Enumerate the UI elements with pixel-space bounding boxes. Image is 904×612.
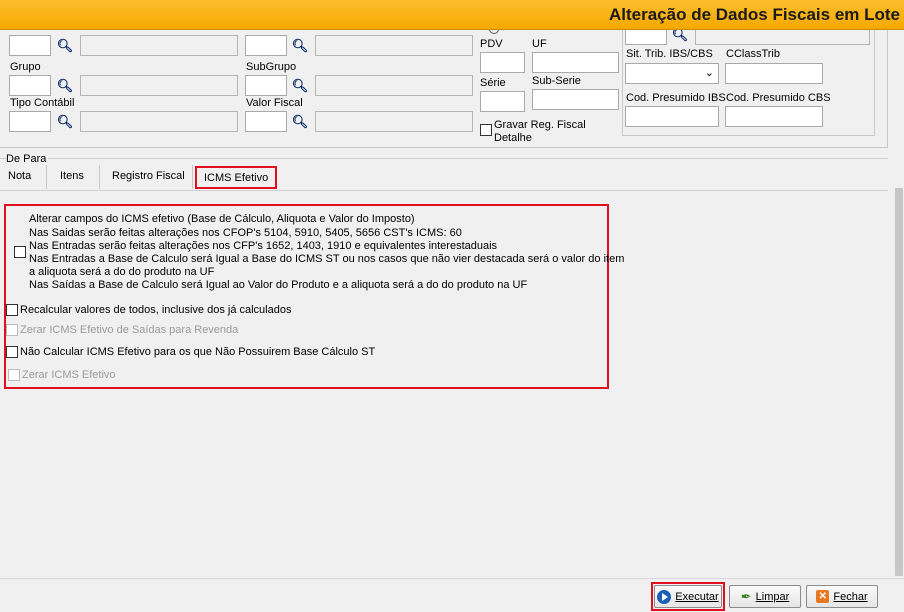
ncm-input[interactable] xyxy=(245,35,287,56)
subgrupo-description xyxy=(315,75,473,96)
zerar-label: Zerar ICMS Efetivo xyxy=(22,369,116,381)
tipo-contabil-label: Tipo Contábil xyxy=(10,97,75,109)
nao-calcular-label: Não Calcular ICMS Efetivo para os que Nã… xyxy=(20,346,376,358)
valor-fiscal-input[interactable] xyxy=(245,111,287,132)
window-title: Alteração de Dados Fiscais em Lote xyxy=(609,5,900,24)
tab-itens[interactable]: Itens xyxy=(60,170,84,182)
zerar-saidas-checkbox[interactable] xyxy=(6,324,18,336)
search-subgrupo-icon[interactable]: 🔍︎ xyxy=(290,77,310,95)
serie-label: Série xyxy=(480,77,506,89)
depara-label: De Para xyxy=(6,153,49,165)
gravar-label-2: Detalhe xyxy=(494,132,532,144)
limpar-button[interactable]: ✒ Limpar xyxy=(729,585,801,608)
alterar-line-1: Alterar campos do ICMS efetivo (Base de … xyxy=(29,213,415,225)
grupo-label: Grupo xyxy=(10,61,41,73)
modelo-input[interactable] xyxy=(9,35,51,56)
executar-button[interactable]: Executar xyxy=(654,585,722,608)
valor-fiscal-label: Valor Fiscal xyxy=(246,97,303,109)
limpar-label: Limpar xyxy=(755,590,790,603)
tab-nota[interactable]: Nota xyxy=(8,170,31,182)
grupo-description xyxy=(80,75,238,96)
subgrupo-label: SubGrupo xyxy=(246,61,297,73)
cclasstrib-label: CClassTrib xyxy=(726,48,780,60)
executar-label: Executar xyxy=(675,590,719,603)
cod-presumido-cbs-label: Cod. Presumido CBS xyxy=(726,92,831,104)
gravar-checkbox[interactable] xyxy=(480,124,492,136)
tab-separator xyxy=(99,165,100,189)
valor-fiscal-description xyxy=(315,111,473,132)
uf-label: UF xyxy=(532,38,547,50)
subserie-input[interactable] xyxy=(532,89,619,110)
tipo-contabil-input[interactable] xyxy=(9,111,51,132)
cod-presumido-ibs-label: Cod. Presumido IBS xyxy=(626,92,726,104)
title-bar: Alteração de Dados Fiscais em Lote xyxy=(0,0,904,30)
ncm-description xyxy=(315,35,473,56)
play-icon xyxy=(657,589,672,604)
subserie-label: Sub-Serie xyxy=(532,75,581,87)
pdv-label: PDV xyxy=(480,38,503,50)
search-grupo-icon[interactable]: 🔍︎ xyxy=(55,77,75,95)
cod-presumido-ibs-input[interactable] xyxy=(625,106,719,127)
alterar-line-6: Nas Saídas a Base de Calculo será Igual … xyxy=(29,279,528,291)
grupo-input[interactable] xyxy=(9,75,51,96)
pdv-input[interactable] xyxy=(480,52,525,73)
alterar-icms-checkbox[interactable] xyxy=(14,246,26,258)
chevron-down-icon: ⌄ xyxy=(704,67,714,79)
subgrupo-input[interactable] xyxy=(245,75,287,96)
recalcular-label: Recalcular valores de todos, inclusive d… xyxy=(20,304,292,316)
alterar-line-5: a aliquota será a do do produto na UF xyxy=(29,266,215,278)
fechar-button[interactable]: ✕ Fechar xyxy=(806,585,878,608)
tab-icms-efetivo[interactable]: ICMS Efetivo xyxy=(204,172,268,184)
gravar-label: Gravar Reg. Fiscal xyxy=(494,119,586,131)
modelo-description xyxy=(80,35,238,56)
tab-underline xyxy=(0,190,888,191)
search-valor-fiscal-icon[interactable]: 🔍︎ xyxy=(290,113,310,131)
broom-icon: ✒ xyxy=(740,588,752,604)
recalcular-checkbox[interactable] xyxy=(6,304,18,316)
tab-separator xyxy=(192,165,193,189)
sit-trib-select[interactable]: ⌄ xyxy=(625,63,719,84)
tab-separator xyxy=(46,165,47,189)
tab-registro-fiscal[interactable]: Registro Fiscal xyxy=(112,170,185,182)
zerar-saidas-label: Zerar ICMS Efetivo de Saídas para Revend… xyxy=(20,324,239,336)
close-icon: ✕ xyxy=(816,590,830,603)
sit-trib-label: Sit. Trib. IBS/CBS xyxy=(626,48,713,60)
bottom-separator xyxy=(0,578,904,579)
fechar-label: Fechar xyxy=(833,590,868,603)
nao-calcular-checkbox[interactable] xyxy=(6,346,18,358)
cclasstrib-input[interactable] xyxy=(725,63,823,84)
search-modelo-icon[interactable]: 🔍︎ xyxy=(55,37,75,55)
cod-presumido-cbs-input[interactable] xyxy=(725,106,823,127)
alterar-line-2: Nas Saidas serão feitas alterações nos C… xyxy=(29,227,462,239)
depara-divider xyxy=(0,158,888,159)
scrollbar-thumb[interactable] xyxy=(895,188,903,576)
uf-input[interactable] xyxy=(532,52,619,73)
alterar-line-4: Nas Entradas a Base de Calculo será Igua… xyxy=(29,253,625,265)
alterar-line-3: Nas Entradas serão feitas alterações nos… xyxy=(29,240,498,252)
search-ncm-icon[interactable]: 🔍︎ xyxy=(290,37,310,55)
serie-input[interactable] xyxy=(480,91,525,112)
tipo-contabil-description xyxy=(80,111,238,132)
zerar-checkbox[interactable] xyxy=(8,369,20,381)
search-tipo-contabil-icon[interactable]: 🔍︎ xyxy=(55,113,75,131)
